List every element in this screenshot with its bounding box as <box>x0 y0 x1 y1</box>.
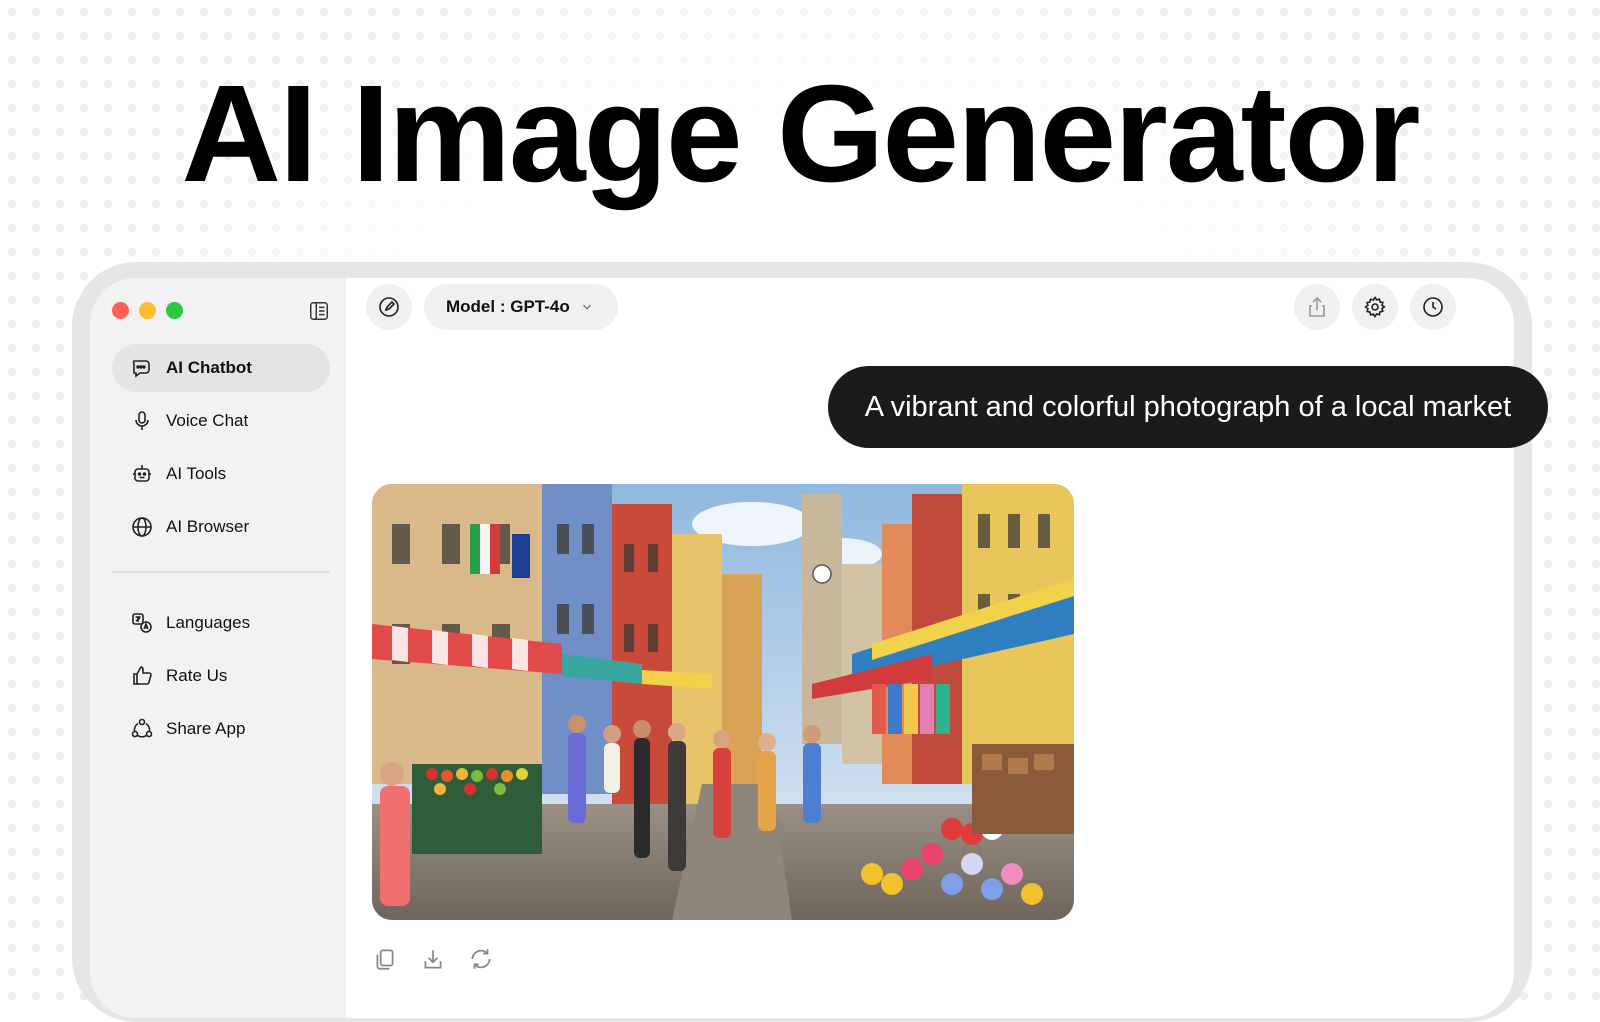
history-button[interactable] <box>1410 284 1456 330</box>
sidebar-item-label: Voice Chat <box>166 411 249 430</box>
sidebar-item-label: Rate Us <box>166 666 228 685</box>
sidebar-toggle-icon[interactable] <box>308 300 330 322</box>
market-photo-illustration <box>372 484 1074 920</box>
sidebar-item-ai-chatbot[interactable]: AI Chatbot <box>112 344 330 392</box>
window-controls <box>112 302 183 319</box>
sidebar-item-rate-us[interactable]: Rate Us <box>112 652 330 700</box>
maximize-window-button[interactable] <box>166 302 183 319</box>
copy-icon[interactable] <box>372 946 398 972</box>
sidebar-item-label: Languages <box>166 613 251 632</box>
sidebar-item-share-app[interactable]: Share App <box>112 705 330 753</box>
settings-button[interactable] <box>1352 284 1398 330</box>
sidebar-item-label: AI Tools <box>166 464 227 483</box>
model-selector-label: Model : GPT-4o <box>446 297 570 316</box>
share-button[interactable] <box>1294 284 1340 330</box>
sidebar-item-ai-browser[interactable]: AI Browser <box>112 503 330 551</box>
share-network-icon <box>131 718 153 738</box>
close-window-button[interactable] <box>112 302 129 319</box>
model-selector[interactable]: Model : GPT-4o <box>424 284 618 330</box>
share-upload-icon <box>1309 296 1325 317</box>
generated-image[interactable] <box>372 484 1074 920</box>
robot-icon <box>133 465 151 482</box>
user-prompt-bubble: A vibrant and colorful photograph of a l… <box>828 366 1548 448</box>
hero-title: AI Image Generator <box>181 57 1420 211</box>
chevron-down-icon <box>582 304 591 310</box>
edit-pencil-icon <box>379 297 399 317</box>
sidebar-item-label: AI Browser <box>166 517 250 536</box>
microphone-icon <box>135 411 149 430</box>
image-actions <box>372 946 494 972</box>
thumbs-up-icon <box>133 666 152 685</box>
sidebar: AI Chatbot Voice Chat AI Tools AI Browse… <box>90 278 346 1018</box>
translate-icon <box>132 613 152 633</box>
sidebar-item-languages[interactable]: Languages <box>112 599 330 647</box>
sidebar-divider <box>112 571 330 573</box>
sidebar-item-ai-tools[interactable]: AI Tools <box>112 450 330 498</box>
sidebar-nav: AI Chatbot Voice Chat AI Tools AI Browse… <box>112 344 330 758</box>
chat-bubble-icon <box>132 360 150 378</box>
minimize-window-button[interactable] <box>139 302 156 319</box>
globe-icon <box>132 517 152 537</box>
regenerate-icon[interactable] <box>468 946 494 972</box>
download-icon[interactable] <box>420 946 446 972</box>
gear-icon <box>1364 296 1386 318</box>
user-prompt-text: A vibrant and colorful photograph of a l… <box>864 390 1512 423</box>
sidebar-item-label: Share App <box>166 719 246 738</box>
sidebar-item-label: AI Chatbot <box>166 358 252 377</box>
new-chat-button[interactable] <box>366 284 412 330</box>
sidebar-item-voice-chat[interactable]: Voice Chat <box>112 397 330 445</box>
clock-icon <box>1423 297 1443 317</box>
